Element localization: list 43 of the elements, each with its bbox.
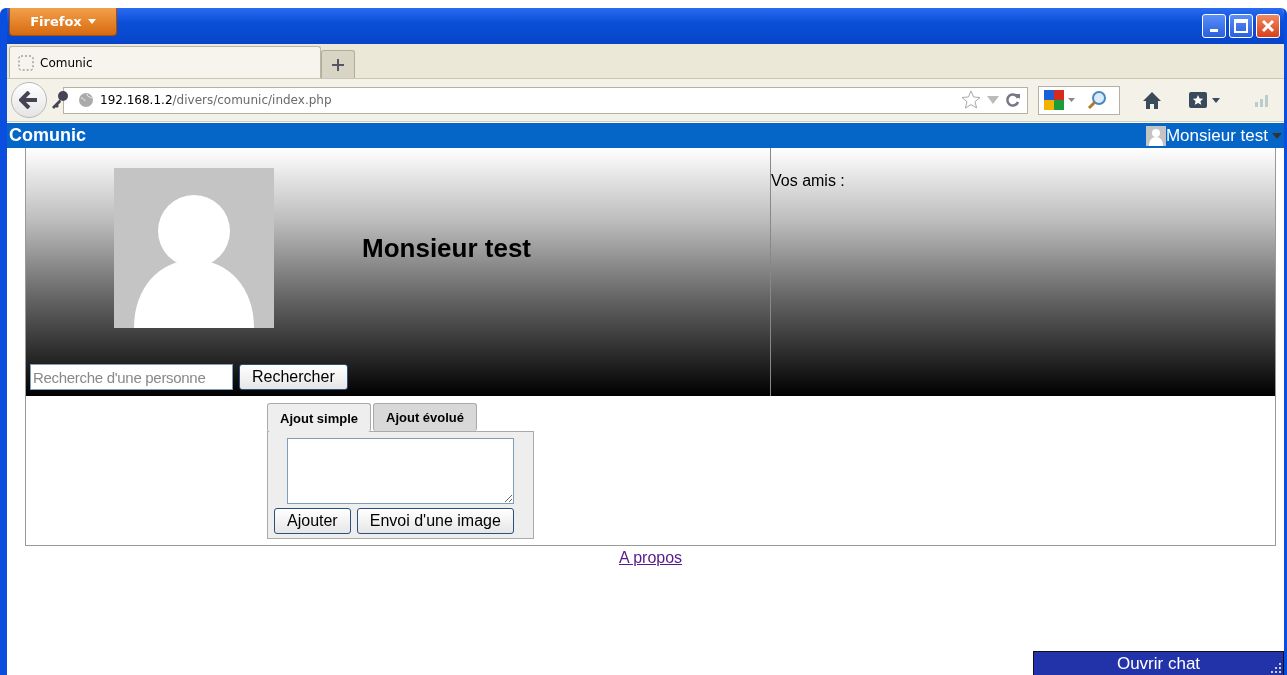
browser-tab[interactable]: Comunic [9, 46, 321, 78]
site-logo-text[interactable]: Comunic [7, 125, 86, 146]
tab-title: Comunic [40, 55, 93, 70]
minimize-icon [1210, 28, 1218, 32]
post-action-button[interactable]: Envoi d'une image [356, 508, 514, 534]
back-arrow-icon [19, 91, 39, 109]
back-button[interactable] [11, 82, 47, 118]
maximize-icon [1234, 19, 1248, 33]
profile-name: Monsieur test [362, 232, 532, 264]
caret-icon [87, 19, 96, 24]
caret-icon [1068, 98, 1075, 102]
globe-icon [78, 92, 94, 108]
post-tab[interactable]: Ajout simple [267, 403, 371, 432]
google-icon [1043, 89, 1065, 111]
search-engine-box[interactable] [1038, 85, 1120, 115]
caret-icon [1212, 97, 1220, 103]
friends-label: Vos amis : [771, 172, 845, 190]
close-icon [1261, 19, 1275, 33]
signal-icon [1254, 93, 1270, 107]
about-link[interactable]: A propos [618, 549, 683, 566]
new-tab-button[interactable] [321, 50, 355, 78]
person-search-field[interactable]: Recherche d'une personne [30, 364, 233, 390]
maximize-button[interactable] [1229, 14, 1253, 38]
post-text-area[interactable] [287, 438, 514, 504]
resize-grip-icon [1270, 662, 1282, 674]
plus-icon [332, 58, 344, 71]
close-button[interactable] [1256, 14, 1280, 38]
caret-icon [1272, 132, 1284, 139]
user-menu[interactable]: Monsieur test [1145, 125, 1284, 146]
url-text: 192.168.1.2/divers/comunic/index.php [100, 93, 333, 107]
reload-icon[interactable] [1005, 92, 1021, 108]
post-tab[interactable]: Ajout évolué [373, 403, 478, 431]
home-button[interactable] [1142, 91, 1162, 109]
search-button[interactable]: Rechercher [239, 364, 348, 390]
home-icon [1142, 91, 1162, 109]
post-action-button[interactable]: Ajouter [274, 508, 351, 534]
user-avatar-icon [1145, 125, 1166, 146]
page-icon [18, 54, 34, 71]
open-chat-button[interactable]: Ouvrir chat [1033, 651, 1284, 675]
bookmarks-button[interactable] [1188, 91, 1220, 109]
minimize-button[interactable] [1202, 14, 1226, 38]
address-bar[interactable]: 192.168.1.2/divers/comunic/index.php [63, 86, 1028, 114]
star-icon[interactable] [961, 90, 981, 110]
